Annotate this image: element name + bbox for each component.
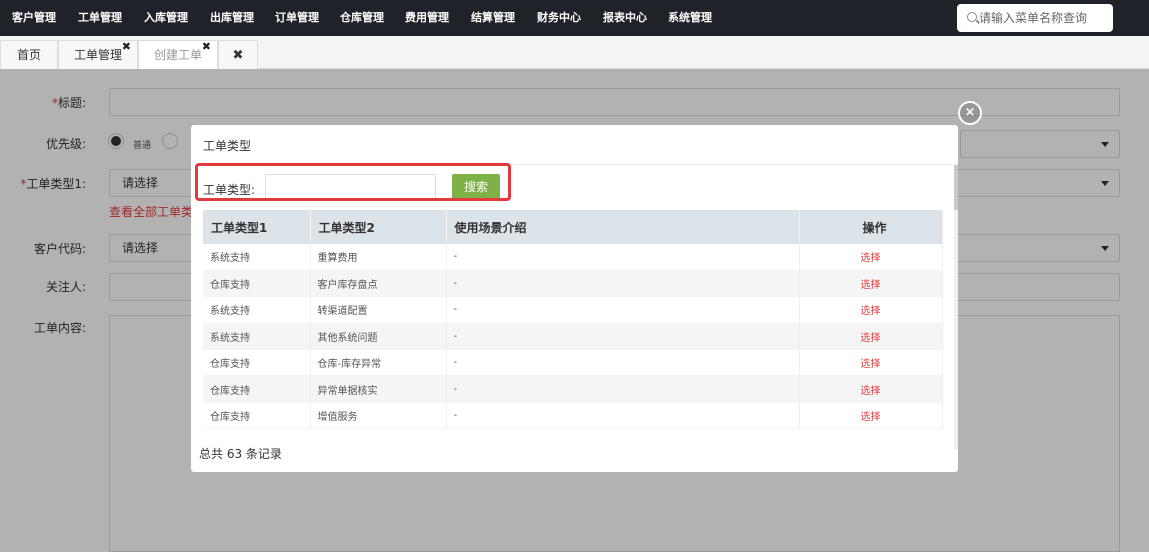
nav-item-customer[interactable]: 客户管理 (12, 0, 56, 36)
tab-home[interactable]: 首页 (0, 40, 58, 69)
cell-type2: 转渠道配置 (310, 296, 447, 324)
nav-item-finance[interactable]: 财务中心 (537, 0, 581, 36)
cell-type1: 仓库支持 (203, 349, 311, 377)
cell-type2: 增值服务 (310, 402, 447, 430)
nav-item-outbound[interactable]: 出库管理 (210, 0, 254, 36)
cell-desc: - (446, 402, 800, 430)
workorder-type-table: 工单类型1 工单类型2 使用场景介绍 操作 系统支持 重算费用 - 选择 仓库支持 客户… (203, 210, 943, 430)
table-row: 系统支持 重算费用 - 选择 (203, 244, 943, 271)
cell-desc: - (446, 349, 800, 377)
nav-item-settlement[interactable]: 结算管理 (471, 0, 515, 36)
close-icon[interactable]: ✖ (122, 32, 131, 61)
column-header-type1: 工单类型1 (203, 210, 311, 244)
tab-create-label: 创建工单 (153, 48, 202, 62)
cell-type2: 异常单据核实 (310, 375, 447, 403)
cell-type2: 其他系统问题 (310, 323, 447, 351)
cell-type2: 重算费用 (310, 244, 447, 271)
cell-type1: 仓库支持 (203, 402, 311, 430)
table-row: 仓库支持 仓库-库存异常 - 选择 (203, 349, 943, 377)
column-header-desc: 使用场景介绍 (446, 210, 800, 244)
close-icon[interactable]: ✖ (202, 32, 211, 61)
cell-type1: 系统支持 (203, 244, 311, 271)
column-header-action: 操作 (799, 210, 943, 244)
close-icon: ✖ (232, 48, 244, 63)
table-row: 系统支持 转渠道配置 - 选择 (203, 296, 943, 324)
nav-item-system[interactable]: 系统管理 (668, 0, 712, 36)
select-link[interactable]: 选择 (799, 402, 943, 430)
cell-type1: 仓库支持 (203, 270, 311, 298)
tab-home-label: 首页 (16, 48, 41, 62)
select-link[interactable]: 选择 (799, 349, 943, 377)
nav-item-inbound[interactable]: 入库管理 (144, 0, 188, 36)
modal-close-button[interactable]: × (958, 101, 982, 125)
table-row: 仓库支持 增值服务 - 选择 (203, 402, 943, 430)
cell-desc: - (446, 323, 800, 351)
column-header-type2: 工单类型2 (310, 210, 447, 244)
table-row: 仓库支持 客户库存盘点 - 选择 (203, 270, 943, 298)
nav-item-order[interactable]: 订单管理 (275, 0, 319, 36)
tab-create-workorder[interactable]: 创建工单 ✖ (138, 40, 218, 69)
close-icon: × (964, 105, 976, 120)
cell-type1: 系统支持 (203, 296, 311, 324)
cell-desc: - (446, 296, 800, 324)
nav-item-fee[interactable]: 费用管理 (405, 0, 449, 36)
table-row: 系统支持 其他系统问题 - 选择 (203, 323, 943, 351)
nav-item-workorder[interactable]: 工单管理 (78, 0, 122, 36)
select-link[interactable]: 选择 (799, 270, 943, 298)
total-records: 总共 63 条记录 (199, 447, 282, 461)
menu-search-input[interactable] (979, 7, 1107, 29)
menu-search-box (957, 4, 1113, 32)
modal-title: 工单类型 (203, 139, 252, 153)
search-icon (967, 12, 977, 22)
table-row: 仓库支持 异常单据核实 - 选择 (203, 375, 943, 403)
select-link[interactable]: 选择 (799, 296, 943, 324)
nav-item-warehouse[interactable]: 仓库管理 (340, 0, 384, 36)
tab-workorder[interactable]: 工单管理 ✖ (58, 40, 138, 69)
select-link[interactable]: 选择 (799, 244, 943, 271)
cell-type1: 系统支持 (203, 323, 311, 351)
tab-workorder-label: 工单管理 (73, 48, 122, 62)
workorder-type-modal: 工单类型 工单类型: 搜索 工单类型1 工单类型2 使用场景介绍 操作 系统支持… (191, 125, 958, 472)
cell-desc: - (446, 244, 800, 271)
search-highlight-box (195, 163, 511, 201)
cell-type2: 客户库存盘点 (310, 270, 447, 298)
close-all-tabs-button[interactable]: ✖ (218, 40, 258, 69)
cell-desc: - (446, 375, 800, 403)
top-nav: 客户管理 工单管理 入库管理 出库管理 订单管理 仓库管理 费用管理 结算管理 … (0, 0, 1149, 36)
select-link[interactable]: 选择 (799, 323, 943, 351)
nav-item-reports[interactable]: 报表中心 (603, 0, 647, 36)
tab-bar: 首页 工单管理 ✖ 创建工单 ✖ ✖ (0, 36, 1149, 69)
table-header-row: 工单类型1 工单类型2 使用场景介绍 操作 (203, 210, 943, 244)
cell-type2: 仓库-库存异常 (310, 349, 447, 377)
select-link[interactable]: 选择 (799, 375, 943, 403)
cell-type1: 仓库支持 (203, 375, 311, 403)
modal-scrollbar-thumb[interactable] (954, 165, 958, 210)
cell-desc: - (446, 270, 800, 298)
